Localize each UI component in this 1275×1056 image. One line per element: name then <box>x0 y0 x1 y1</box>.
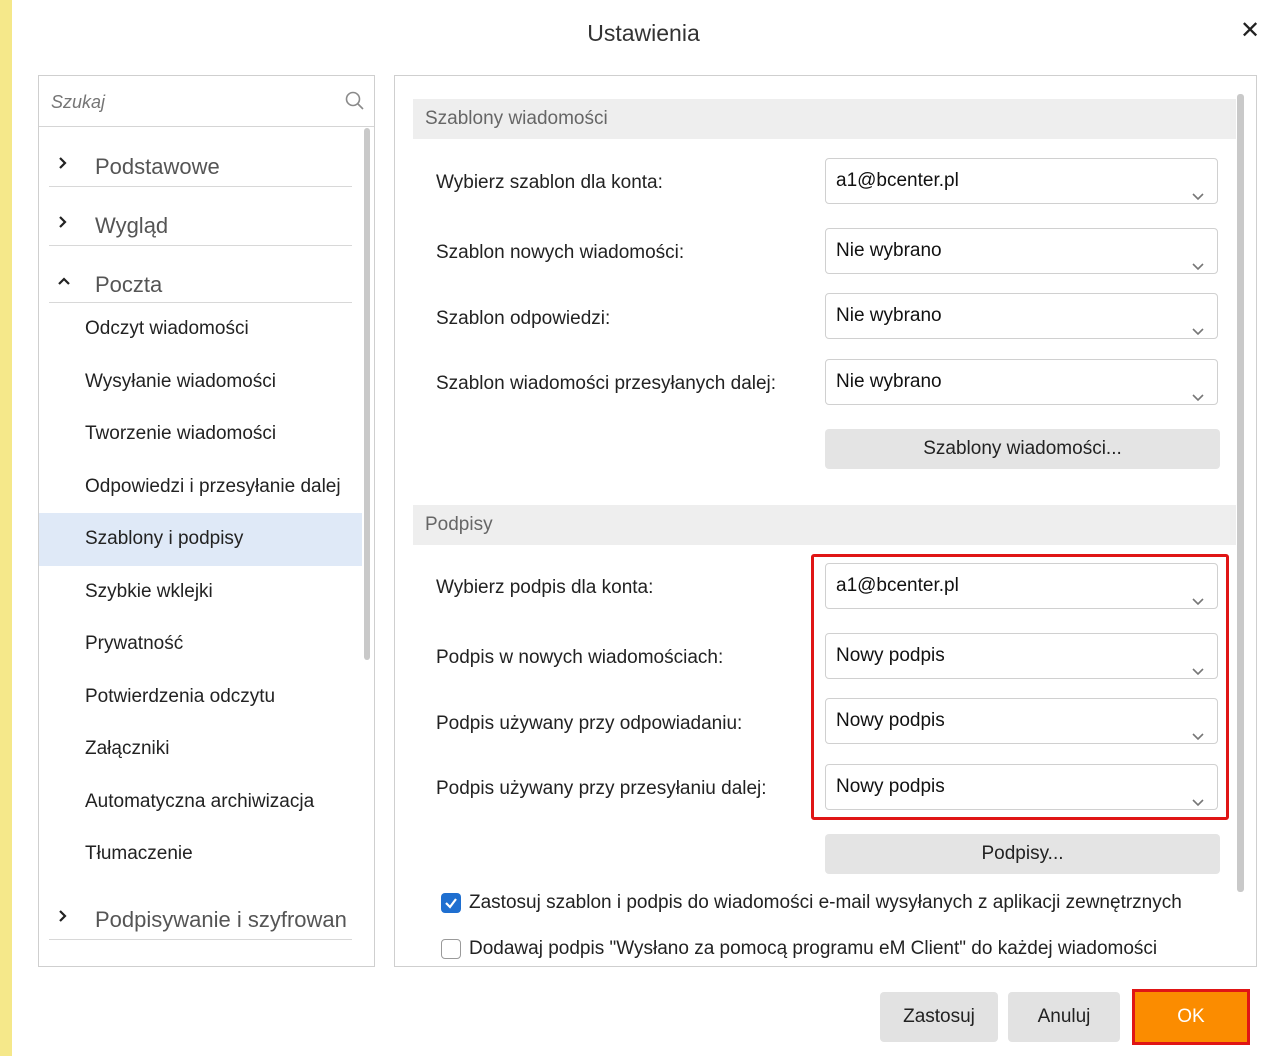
select-value: Nie wybrano <box>836 371 942 392</box>
chevron-down-icon <box>1191 245 1205 289</box>
nav-scrollbar[interactable] <box>364 128 370 660</box>
apply-external-label: Zastosuj szablon i podpis do wiadomości … <box>469 892 1182 913</box>
close-icon[interactable]: ✕ <box>1235 16 1265 46</box>
nav-item-automatyczna-archiwizacja[interactable]: Automatyczna archiwizacja <box>39 776 362 829</box>
nav-item-odczyt-wiadomosci[interactable]: Odczyt wiadomości <box>39 303 362 356</box>
search-input[interactable] <box>49 86 343 118</box>
settings-dialog: Ustawienia ✕ Podstawowe <box>12 0 1275 1056</box>
select-value: Nie wybrano <box>836 305 942 326</box>
divider <box>49 186 352 187</box>
template-account-select[interactable]: a1@bcenter.pl <box>825 158 1218 204</box>
signature-account-label: Wybierz podpis dla konta: <box>436 577 654 598</box>
nav-category-wyglad[interactable]: Wygląd <box>39 197 362 256</box>
chevron-up-icon <box>57 272 71 292</box>
chevron-down-icon <box>1191 310 1205 354</box>
checkbox-unchecked[interactable] <box>441 939 461 959</box>
nav-list: Podstawowe Wygląd Poczta Odczyt wiadomoś… <box>39 138 362 950</box>
signatures-manage-button[interactable]: Podpisy... <box>825 834 1220 874</box>
signature-highlight-box <box>811 554 1229 820</box>
signature-forward-label: Podpis używany przy przesyłaniu dalej: <box>436 778 767 799</box>
nav-item-tlumaczenie[interactable]: Tłumaczenie <box>39 828 362 881</box>
dialog-title: Ustawienia <box>587 20 700 46</box>
nav-item-potwierdzenia-odczytu[interactable]: Potwierdzenia odczytu <box>39 671 362 724</box>
ok-button[interactable]: OK <box>1132 989 1250 1045</box>
nav-item-zalaczniki[interactable]: Załączniki <box>39 723 362 776</box>
template-forward-select[interactable]: Nie wybrano <box>825 359 1218 405</box>
select-value: a1@bcenter.pl <box>836 170 959 191</box>
nav-item-wysylanie-wiadomosci[interactable]: Wysyłanie wiadomości <box>39 356 362 409</box>
add-sent-with-label: Dodawaj podpis "Wysłano za pomocą progra… <box>469 938 1158 959</box>
template-forward-label: Szablon wiadomości przesyłanych dalej: <box>436 373 777 394</box>
nav-item-tworzenie-wiadomosci[interactable]: Tworzenie wiadomości <box>39 408 362 461</box>
signature-reply-label: Podpis używany przy odpowiadaniu: <box>436 713 743 734</box>
signature-new-label: Podpis w nowych wiadomościach: <box>436 647 724 668</box>
template-reply-label: Szablon odpowiedzi: <box>436 308 611 329</box>
checkbox-checked[interactable] <box>441 893 461 913</box>
nav-category-label: Wygląd <box>95 213 169 238</box>
nav-category-label: Podpisywanie i szyfrowan <box>95 906 347 932</box>
nav-category-poczta[interactable]: Poczta <box>39 256 362 303</box>
template-new-select[interactable]: Nie wybrano <box>825 228 1218 274</box>
apply-button[interactable]: Zastosuj <box>880 992 998 1042</box>
chevron-right-icon <box>57 213 71 233</box>
nav-item-szybkie-wklejki[interactable]: Szybkie wklejki <box>39 566 362 619</box>
content-scrollbar[interactable] <box>1237 94 1244 892</box>
templates-section-header: Szablony wiadomości <box>413 99 1236 139</box>
nav-category-label: Poczta <box>95 272 163 297</box>
search-box <box>39 76 374 127</box>
templates-manage-button[interactable]: Szablony wiadomości... <box>825 429 1220 469</box>
nav-item-odpowiedzi[interactable]: Odpowiedzi i przesyłanie dalej <box>39 461 362 514</box>
settings-content-panel: Szablony wiadomości Wybierz szablon dla … <box>394 75 1257 967</box>
chevron-down-icon <box>1191 376 1205 420</box>
divider <box>49 938 352 940</box>
nav-category-podpisywanie[interactable]: Podpisywanie i szyfrowan <box>39 891 362 950</box>
chevron-down-icon <box>1191 175 1205 219</box>
chevron-right-icon <box>57 154 71 174</box>
cancel-button[interactable]: Anuluj <box>1008 992 1120 1042</box>
search-icon[interactable] <box>344 90 366 117</box>
settings-nav-panel: Podstawowe Wygląd Poczta Odczyt wiadomoś… <box>38 75 375 967</box>
nav-category-label: Podstawowe <box>95 154 220 179</box>
divider <box>49 245 352 246</box>
select-value: Nie wybrano <box>836 240 942 261</box>
chevron-right-icon <box>57 907 71 927</box>
nav-item-prywatnosc[interactable]: Prywatność <box>39 618 362 671</box>
nav-item-szablony-i-podpisy[interactable]: Szablony i podpisy <box>39 513 362 566</box>
signatures-section-header: Podpisy <box>413 505 1236 545</box>
nav-category-podstawowe[interactable]: Podstawowe <box>39 138 362 197</box>
template-account-label: Wybierz szablon dla konta: <box>436 172 663 193</box>
template-new-label: Szablon nowych wiadomości: <box>436 242 685 263</box>
template-reply-select[interactable]: Nie wybrano <box>825 293 1218 339</box>
checkmark-icon <box>445 898 457 909</box>
